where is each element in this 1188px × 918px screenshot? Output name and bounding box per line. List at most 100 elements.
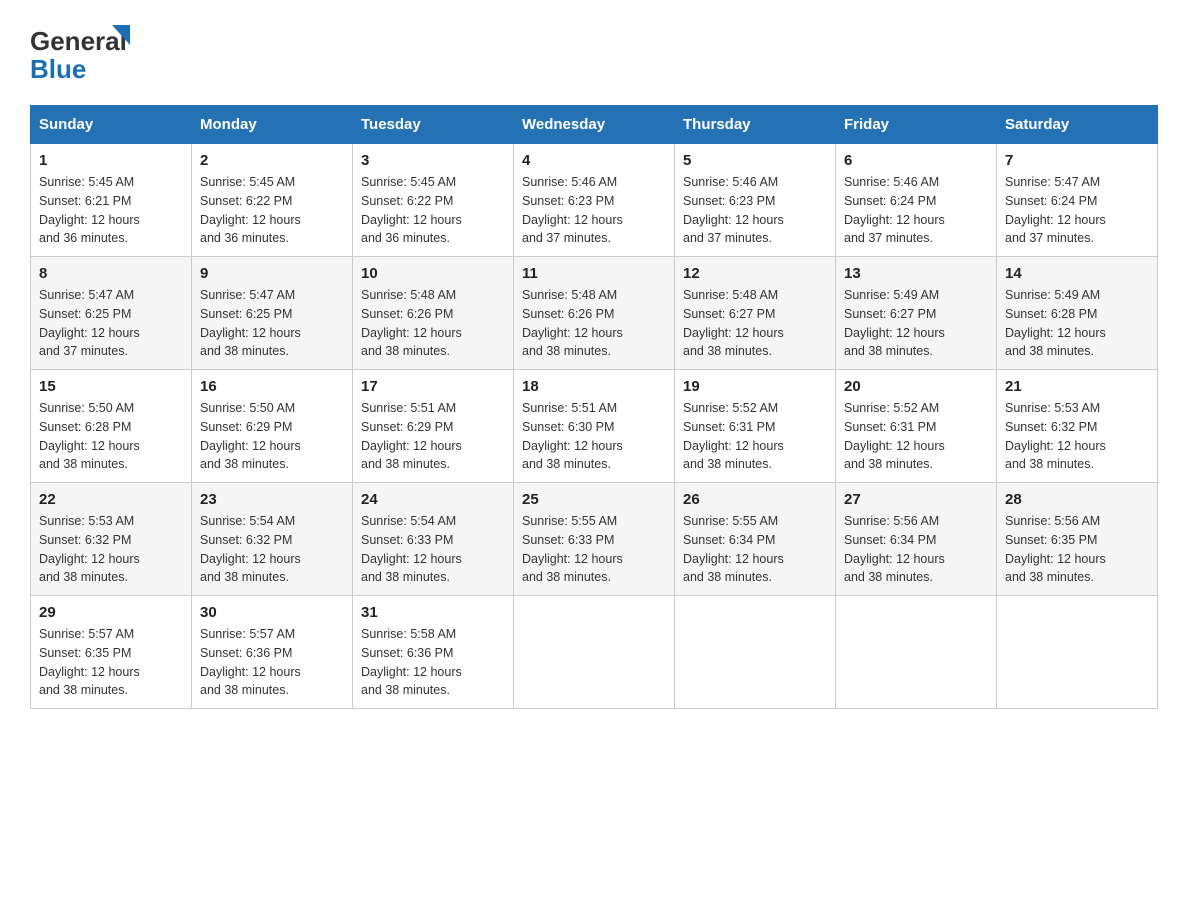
- day-number: 7: [1005, 152, 1149, 169]
- day-number: 18: [522, 378, 666, 395]
- day-info: Sunrise: 5:56 AMSunset: 6:35 PMDaylight:…: [1005, 512, 1149, 587]
- header-monday: Monday: [192, 106, 353, 144]
- day-info: Sunrise: 5:47 AMSunset: 6:25 PMDaylight:…: [39, 286, 183, 361]
- day-number: 5: [683, 152, 827, 169]
- day-number: 27: [844, 491, 988, 508]
- day-info: Sunrise: 5:45 AMSunset: 6:22 PMDaylight:…: [361, 173, 505, 248]
- header-friday: Friday: [836, 106, 997, 144]
- calendar-cell: 19 Sunrise: 5:52 AMSunset: 6:31 PMDaylig…: [675, 370, 836, 483]
- calendar-cell: 18 Sunrise: 5:51 AMSunset: 6:30 PMDaylig…: [514, 370, 675, 483]
- calendar-cell: 5 Sunrise: 5:46 AMSunset: 6:23 PMDayligh…: [675, 144, 836, 257]
- calendar-cell: 26 Sunrise: 5:55 AMSunset: 6:34 PMDaylig…: [675, 483, 836, 596]
- day-number: 16: [200, 378, 344, 395]
- calendar-week-row: 1 Sunrise: 5:45 AMSunset: 6:21 PMDayligh…: [31, 144, 1158, 257]
- svg-text:General: General: [30, 26, 127, 56]
- calendar-cell: 29 Sunrise: 5:57 AMSunset: 6:35 PMDaylig…: [31, 596, 192, 709]
- day-info: Sunrise: 5:49 AMSunset: 6:28 PMDaylight:…: [1005, 286, 1149, 361]
- calendar-cell: 23 Sunrise: 5:54 AMSunset: 6:32 PMDaylig…: [192, 483, 353, 596]
- calendar-cell: 8 Sunrise: 5:47 AMSunset: 6:25 PMDayligh…: [31, 257, 192, 370]
- calendar-cell: 12 Sunrise: 5:48 AMSunset: 6:27 PMDaylig…: [675, 257, 836, 370]
- day-number: 31: [361, 604, 505, 621]
- calendar-header-row: SundayMondayTuesdayWednesdayThursdayFrid…: [31, 106, 1158, 144]
- calendar-cell: [997, 596, 1158, 709]
- day-number: 23: [200, 491, 344, 508]
- day-number: 4: [522, 152, 666, 169]
- day-info: Sunrise: 5:57 AMSunset: 6:36 PMDaylight:…: [200, 625, 344, 700]
- calendar-cell: 3 Sunrise: 5:45 AMSunset: 6:22 PMDayligh…: [353, 144, 514, 257]
- day-info: Sunrise: 5:51 AMSunset: 6:29 PMDaylight:…: [361, 399, 505, 474]
- day-info: Sunrise: 5:52 AMSunset: 6:31 PMDaylight:…: [844, 399, 988, 474]
- calendar-cell: 14 Sunrise: 5:49 AMSunset: 6:28 PMDaylig…: [997, 257, 1158, 370]
- day-info: Sunrise: 5:48 AMSunset: 6:26 PMDaylight:…: [522, 286, 666, 361]
- day-info: Sunrise: 5:50 AMSunset: 6:28 PMDaylight:…: [39, 399, 183, 474]
- calendar-cell: 30 Sunrise: 5:57 AMSunset: 6:36 PMDaylig…: [192, 596, 353, 709]
- page-header: General Blue: [30, 20, 1158, 85]
- logo: General Blue: [30, 20, 140, 85]
- calendar-cell: 28 Sunrise: 5:56 AMSunset: 6:35 PMDaylig…: [997, 483, 1158, 596]
- day-number: 17: [361, 378, 505, 395]
- calendar-cell: 15 Sunrise: 5:50 AMSunset: 6:28 PMDaylig…: [31, 370, 192, 483]
- calendar-cell: 10 Sunrise: 5:48 AMSunset: 6:26 PMDaylig…: [353, 257, 514, 370]
- day-info: Sunrise: 5:48 AMSunset: 6:26 PMDaylight:…: [361, 286, 505, 361]
- calendar-cell: 13 Sunrise: 5:49 AMSunset: 6:27 PMDaylig…: [836, 257, 997, 370]
- day-number: 28: [1005, 491, 1149, 508]
- calendar-cell: 7 Sunrise: 5:47 AMSunset: 6:24 PMDayligh…: [997, 144, 1158, 257]
- day-info: Sunrise: 5:46 AMSunset: 6:23 PMDaylight:…: [522, 173, 666, 248]
- calendar-cell: 24 Sunrise: 5:54 AMSunset: 6:33 PMDaylig…: [353, 483, 514, 596]
- day-info: Sunrise: 5:55 AMSunset: 6:34 PMDaylight:…: [683, 512, 827, 587]
- calendar-week-row: 8 Sunrise: 5:47 AMSunset: 6:25 PMDayligh…: [31, 257, 1158, 370]
- day-number: 10: [361, 265, 505, 282]
- svg-text:Blue: Blue: [30, 54, 86, 84]
- calendar-cell: 6 Sunrise: 5:46 AMSunset: 6:24 PMDayligh…: [836, 144, 997, 257]
- day-number: 8: [39, 265, 183, 282]
- day-info: Sunrise: 5:45 AMSunset: 6:21 PMDaylight:…: [39, 173, 183, 248]
- header-saturday: Saturday: [997, 106, 1158, 144]
- day-info: Sunrise: 5:58 AMSunset: 6:36 PMDaylight:…: [361, 625, 505, 700]
- day-info: Sunrise: 5:57 AMSunset: 6:35 PMDaylight:…: [39, 625, 183, 700]
- header-thursday: Thursday: [675, 106, 836, 144]
- day-info: Sunrise: 5:52 AMSunset: 6:31 PMDaylight:…: [683, 399, 827, 474]
- day-number: 6: [844, 152, 988, 169]
- day-info: Sunrise: 5:53 AMSunset: 6:32 PMDaylight:…: [39, 512, 183, 587]
- calendar-cell: [514, 596, 675, 709]
- day-number: 3: [361, 152, 505, 169]
- header-wednesday: Wednesday: [514, 106, 675, 144]
- calendar-cell: 20 Sunrise: 5:52 AMSunset: 6:31 PMDaylig…: [836, 370, 997, 483]
- calendar-cell: 21 Sunrise: 5:53 AMSunset: 6:32 PMDaylig…: [997, 370, 1158, 483]
- calendar-cell: 16 Sunrise: 5:50 AMSunset: 6:29 PMDaylig…: [192, 370, 353, 483]
- calendar-cell: 27 Sunrise: 5:56 AMSunset: 6:34 PMDaylig…: [836, 483, 997, 596]
- calendar-cell: 17 Sunrise: 5:51 AMSunset: 6:29 PMDaylig…: [353, 370, 514, 483]
- day-number: 2: [200, 152, 344, 169]
- day-info: Sunrise: 5:46 AMSunset: 6:24 PMDaylight:…: [844, 173, 988, 248]
- calendar-week-row: 15 Sunrise: 5:50 AMSunset: 6:28 PMDaylig…: [31, 370, 1158, 483]
- header-tuesday: Tuesday: [353, 106, 514, 144]
- calendar-cell: 4 Sunrise: 5:46 AMSunset: 6:23 PMDayligh…: [514, 144, 675, 257]
- day-number: 24: [361, 491, 505, 508]
- day-info: Sunrise: 5:53 AMSunset: 6:32 PMDaylight:…: [1005, 399, 1149, 474]
- day-info: Sunrise: 5:47 AMSunset: 6:25 PMDaylight:…: [200, 286, 344, 361]
- day-info: Sunrise: 5:54 AMSunset: 6:32 PMDaylight:…: [200, 512, 344, 587]
- day-number: 21: [1005, 378, 1149, 395]
- day-number: 22: [39, 491, 183, 508]
- day-number: 14: [1005, 265, 1149, 282]
- calendar-cell: 31 Sunrise: 5:58 AMSunset: 6:36 PMDaylig…: [353, 596, 514, 709]
- day-info: Sunrise: 5:49 AMSunset: 6:27 PMDaylight:…: [844, 286, 988, 361]
- day-info: Sunrise: 5:51 AMSunset: 6:30 PMDaylight:…: [522, 399, 666, 474]
- day-number: 9: [200, 265, 344, 282]
- calendar-week-row: 29 Sunrise: 5:57 AMSunset: 6:35 PMDaylig…: [31, 596, 1158, 709]
- calendar-cell: 22 Sunrise: 5:53 AMSunset: 6:32 PMDaylig…: [31, 483, 192, 596]
- day-info: Sunrise: 5:50 AMSunset: 6:29 PMDaylight:…: [200, 399, 344, 474]
- day-info: Sunrise: 5:55 AMSunset: 6:33 PMDaylight:…: [522, 512, 666, 587]
- day-number: 25: [522, 491, 666, 508]
- day-info: Sunrise: 5:45 AMSunset: 6:22 PMDaylight:…: [200, 173, 344, 248]
- logo-svg: General Blue: [30, 20, 140, 85]
- calendar-cell: [836, 596, 997, 709]
- calendar-cell: 25 Sunrise: 5:55 AMSunset: 6:33 PMDaylig…: [514, 483, 675, 596]
- calendar-cell: 9 Sunrise: 5:47 AMSunset: 6:25 PMDayligh…: [192, 257, 353, 370]
- calendar-cell: 11 Sunrise: 5:48 AMSunset: 6:26 PMDaylig…: [514, 257, 675, 370]
- day-info: Sunrise: 5:47 AMSunset: 6:24 PMDaylight:…: [1005, 173, 1149, 248]
- calendar-cell: 1 Sunrise: 5:45 AMSunset: 6:21 PMDayligh…: [31, 144, 192, 257]
- day-number: 29: [39, 604, 183, 621]
- day-number: 1: [39, 152, 183, 169]
- day-number: 11: [522, 265, 666, 282]
